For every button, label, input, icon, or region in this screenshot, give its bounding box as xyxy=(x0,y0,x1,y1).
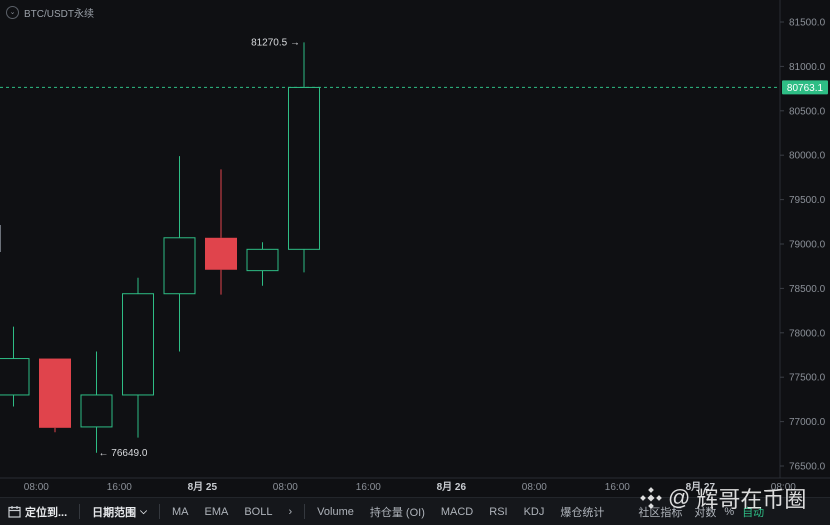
collapse-icon[interactable]: ⌄ xyxy=(6,5,19,19)
locate-button[interactable]: 定位到... xyxy=(0,498,75,525)
low-price-label: ← 76649.0 xyxy=(99,448,148,459)
indicator-ma[interactable]: MA xyxy=(164,498,197,525)
candle-body xyxy=(0,358,30,396)
sub-indicator-label: MACD xyxy=(440,505,474,518)
calendar-icon xyxy=(8,506,21,518)
price-tick-label: 79500.0 xyxy=(789,195,826,206)
time-tick-label: 8月 26 xyxy=(437,481,467,493)
time-tick-label: 08:00 xyxy=(522,482,547,493)
price-tick-label: 81500.0 xyxy=(789,18,826,29)
high-price-label: 81270.5 → xyxy=(251,37,300,48)
percent-label: % xyxy=(724,505,735,518)
chevron-right-icon: › xyxy=(288,505,293,518)
sub-indicator-label: 爆仓统计 xyxy=(560,506,605,519)
date-range-dropdown[interactable]: 日期范围 ⌵ xyxy=(84,498,155,525)
candle-body xyxy=(288,86,320,250)
last-price-value: 80763.1 xyxy=(787,83,824,94)
auto-label: 自动 xyxy=(742,506,765,519)
log-scale-toggle[interactable]: 对数 xyxy=(690,498,720,525)
sub-indicator-label: Volume xyxy=(317,505,354,518)
price-tick-label: 76500.0 xyxy=(789,462,826,473)
sub-indicator-label: KDJ xyxy=(523,505,545,518)
time-tick-label: 8月 27 xyxy=(686,481,716,493)
date-range-label: 日期范围 xyxy=(92,506,137,519)
time-tick-label: 08:00 xyxy=(771,482,796,493)
candle-body xyxy=(205,237,237,270)
indicator-ema[interactable]: EMA xyxy=(197,498,237,525)
price-tick-label: 77500.0 xyxy=(789,373,826,384)
time-tick-label: 16:00 xyxy=(356,482,381,493)
bottom-toolbar: 定位到... 日期范围 ⌵ MA EMA BOLL › Volume 持仓量 (… xyxy=(0,497,830,525)
price-tick-label: 78000.0 xyxy=(789,328,826,339)
sub-indicator-label: 持仓量 (OI) xyxy=(369,506,425,519)
divider xyxy=(304,504,306,519)
candlestick-chart[interactable]: 81500.0 81000.0 80500.0 80000.0 79500.0 79000… xyxy=(0,0,830,497)
sub-indicator-oi[interactable]: 持仓量 (OI) xyxy=(362,498,433,525)
candle-body xyxy=(39,358,71,428)
divider xyxy=(159,504,160,519)
price-tick-label: 77000.0 xyxy=(789,417,826,428)
community-indicators-button[interactable]: 社区指标 xyxy=(612,498,690,525)
time-tick-label: 16:00 xyxy=(605,482,630,493)
time-tick-label: 8月 25 xyxy=(188,481,218,493)
community-indicators-label: 社区指标 xyxy=(638,506,683,519)
sub-indicator-rsi[interactable]: RSI xyxy=(481,498,515,525)
symbol-name: BTC/USDT永续 xyxy=(24,8,94,20)
candle-body xyxy=(246,248,279,272)
candle-body xyxy=(80,394,113,428)
time-tick-label: 08:00 xyxy=(273,482,298,493)
indicator-boll[interactable]: BOLL xyxy=(236,498,280,525)
more-indicators-button[interactable]: › xyxy=(280,498,300,525)
auto-scale-toggle[interactable]: 自动 xyxy=(738,498,768,525)
candle-body xyxy=(122,293,154,396)
indicator-label: MA xyxy=(172,505,189,518)
sub-indicator-liquidation[interactable]: 爆仓统计 xyxy=(552,498,612,525)
price-tick-label: 80500.0 xyxy=(789,106,826,117)
indicator-label: BOLL xyxy=(244,505,273,518)
price-tick-label: 81000.0 xyxy=(789,62,826,73)
candle-body xyxy=(163,237,196,295)
time-tick-label: 16:00 xyxy=(107,482,132,493)
price-tick-label: 78500.0 xyxy=(789,284,826,295)
sub-indicator-label: RSI xyxy=(489,505,508,518)
sub-indicator-volume[interactable]: Volume xyxy=(309,498,362,525)
time-tick-label: 08:00 xyxy=(24,482,49,493)
chevron-down-icon: ⌵ xyxy=(140,506,147,516)
indicator-label: EMA xyxy=(204,505,229,518)
divider xyxy=(79,504,81,519)
price-tick-label: 79000.0 xyxy=(789,240,826,251)
price-tick-label: 80000.0 xyxy=(789,151,826,162)
locate-label: 定位到... xyxy=(25,506,68,519)
percent-scale-toggle[interactable]: % xyxy=(720,498,738,525)
sub-indicator-macd[interactable]: MACD xyxy=(433,498,481,525)
sub-indicator-kdj[interactable]: KDJ xyxy=(516,498,553,525)
symbol-header[interactable]: ⌄ BTC/USDT永续 xyxy=(6,4,94,20)
log-label: 对数 xyxy=(694,506,717,519)
